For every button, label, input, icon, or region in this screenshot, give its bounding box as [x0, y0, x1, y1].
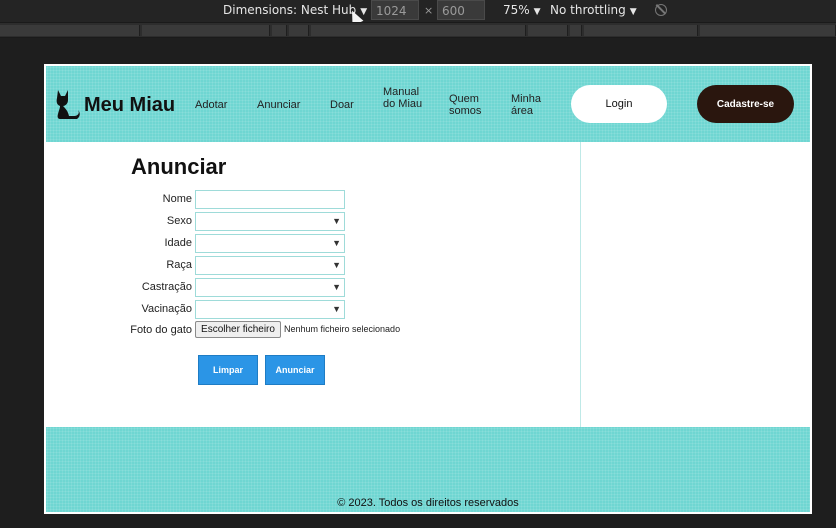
dimensions-label: Dimensions: Nest Hub [223, 3, 357, 17]
ruler-segment[interactable] [700, 25, 836, 36]
throttling-dropdown[interactable]: No throttling ▼ [550, 3, 637, 17]
chevron-down-icon: ▼ [629, 7, 637, 17]
file-status: Nenhum ficheiro selecionado [284, 324, 401, 334]
dimensions-dropdown[interactable]: Dimensions: Nest Hub ▼ [223, 3, 367, 17]
nav-quem-somos[interactable]: Quem somos [449, 93, 489, 117]
vacinacao-select[interactable]: ▼ [195, 300, 345, 319]
main-content: Anunciar Nome Sexo ▼ Idade ▼ Raça ▼ Cast… [46, 142, 810, 427]
raca-label: Raça [166, 259, 192, 271]
nav-manual-do-miau[interactable]: Manual do Miau [383, 86, 427, 110]
chevron-down-icon: ▼ [332, 282, 341, 292]
castracao-select[interactable]: ▼ [195, 278, 345, 297]
brand-name[interactable]: Meu Miau [84, 94, 175, 117]
foto-label: Foto do gato [130, 324, 192, 336]
rotate-icon[interactable] [655, 4, 667, 16]
ruler-segment[interactable] [289, 25, 309, 36]
cadastro-button[interactable]: Cadastre-se [697, 85, 794, 123]
chevron-down-icon: ▼ [332, 238, 341, 248]
nome-label: Nome [162, 193, 192, 205]
times-sign: × [424, 4, 434, 17]
devtools-media-ruler [0, 22, 836, 38]
nav-minha-area[interactable]: Minha área [511, 93, 551, 117]
ruler-segment[interactable] [142, 25, 270, 36]
idade-select[interactable]: ▼ [195, 234, 345, 253]
ruler-segment[interactable] [584, 25, 698, 36]
vacinacao-label: Vacinação [141, 303, 192, 315]
site-footer: © 2023. Todos os direitos reservados [46, 427, 810, 512]
raca-select[interactable]: ▼ [195, 256, 345, 275]
login-button[interactable]: Login [571, 85, 667, 123]
nav-anunciar[interactable]: Anunciar [257, 99, 300, 111]
anunciar-button[interactable]: Anunciar [265, 355, 325, 385]
ruler-segment[interactable] [311, 25, 526, 36]
limpar-button[interactable]: Limpar [198, 355, 258, 385]
width-input[interactable]: 1024 [371, 0, 419, 20]
nav-adotar[interactable]: Adotar [195, 99, 227, 111]
page-title: Anunciar [131, 154, 227, 179]
castracao-label: Castração [141, 281, 192, 293]
devtools-device-toolbar: Dimensions: Nest Hub ▼ 1024 × 600 75% ▼ No… [0, 0, 836, 22]
zoom-label: 75% [503, 3, 530, 17]
content-divider [580, 142, 581, 427]
throttling-label: No throttling [550, 3, 626, 17]
ruler-segment[interactable] [0, 25, 140, 36]
chevron-down-icon: ▼ [332, 260, 341, 270]
zoom-dropdown[interactable]: 75% ▼ [503, 3, 541, 17]
ruler-segment[interactable] [272, 25, 287, 36]
chevron-down-icon: ▼ [533, 7, 541, 17]
chevron-down-icon: ▼ [332, 216, 341, 226]
footer-copyright: © 2023. Todos os direitos reservados [337, 497, 519, 509]
chevron-down-icon: ▼ [332, 304, 341, 314]
choose-file-button[interactable]: Escolher ficheiro [195, 321, 281, 338]
idade-label: Idade [164, 237, 192, 249]
emulated-viewport: Meu Miau Adotar Anunciar Doar Manual do … [44, 64, 812, 514]
ruler-segment[interactable] [570, 25, 582, 36]
ruler-segment[interactable] [528, 25, 568, 36]
nav-doar[interactable]: Doar [330, 99, 354, 111]
nome-input[interactable] [195, 190, 345, 209]
cat-logo-icon[interactable] [52, 86, 82, 122]
sexo-select[interactable]: ▼ [195, 212, 345, 231]
sexo-label: Sexo [166, 215, 192, 227]
height-input[interactable]: 600 [437, 0, 485, 20]
site-header: Meu Miau Adotar Anunciar Doar Manual do … [46, 66, 810, 142]
